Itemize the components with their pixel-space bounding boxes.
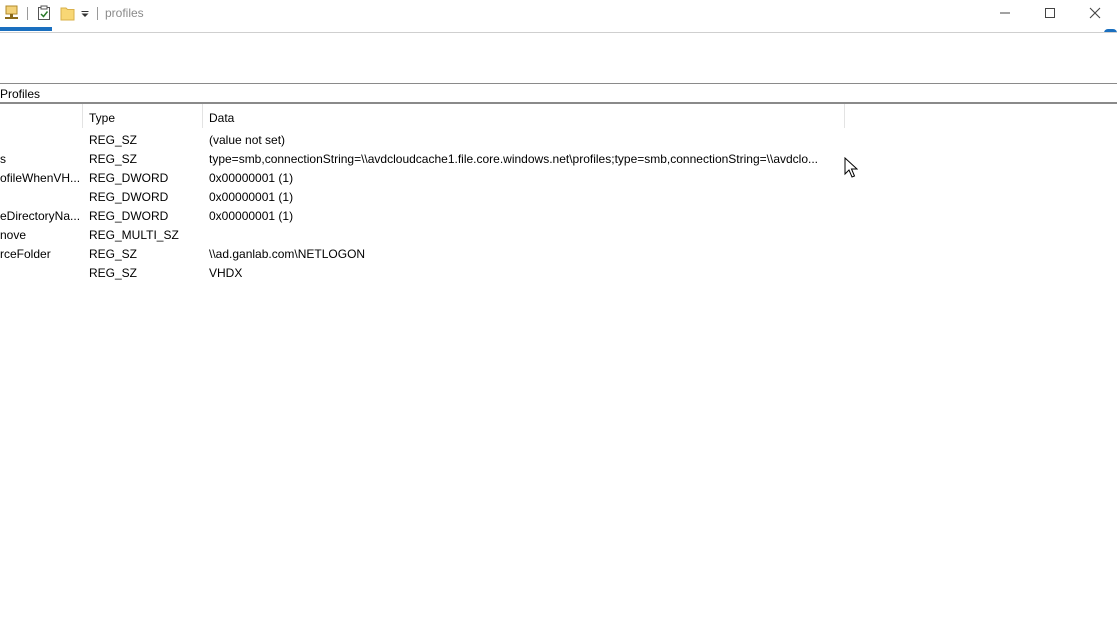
value-type: REG_SZ (89, 266, 138, 280)
maximize-button[interactable] (1027, 0, 1073, 26)
value-data: \\ad.ganlab.com\NETLOGON (209, 247, 366, 261)
value-name: ofileWhenVH... (0, 171, 81, 185)
registry-value-row[interactable]: REG_SZ VHDX (0, 263, 845, 282)
column-divider[interactable] (844, 104, 845, 128)
close-button[interactable] (1072, 0, 1117, 26)
value-data: 0x00000001 (1) (209, 209, 294, 223)
network-computer-icon[interactable] (4, 4, 20, 22)
toolbar-separator (97, 7, 98, 20)
window-title: profiles (105, 6, 144, 20)
value-name: s (0, 152, 6, 166)
registry-value-row[interactable]: REG_SZ (value not set) (0, 130, 845, 149)
value-type: REG_SZ (89, 133, 138, 147)
minimize-button[interactable] (982, 0, 1028, 26)
registry-value-row[interactable]: eDirectoryNa... REG_DWORD 0x00000001 (1) (0, 206, 845, 225)
value-data: 0x00000001 (1) (209, 190, 294, 204)
value-data: type=smb,connectionString=\\avdcloudcach… (209, 152, 819, 166)
value-data: 0x00000001 (1) (209, 171, 294, 185)
folder-icon[interactable] (60, 4, 76, 22)
address-bar-border-top (0, 83, 1117, 84)
mouse-pointer-icon (844, 157, 858, 178)
column-header-data-label: Data (209, 111, 235, 125)
registry-value-row[interactable]: s REG_SZ type=smb,connectionString=\\avd… (0, 149, 845, 168)
toolbar-separator (27, 7, 28, 20)
value-data: (value not set) (209, 133, 286, 147)
column-header-data[interactable]: Data (202, 104, 844, 128)
value-type: REG_DWORD (89, 209, 169, 223)
active-tab-indicator (0, 27, 52, 31)
column-header-type-label: Type (89, 111, 116, 125)
value-name: eDirectoryNa... (0, 209, 81, 223)
value-name: nove (0, 228, 27, 242)
close-icon (1089, 7, 1101, 19)
registry-value-row[interactable]: nove REG_MULTI_SZ (0, 225, 845, 244)
value-type: REG_MULTI_SZ (89, 228, 179, 242)
registry-value-row[interactable]: REG_DWORD 0x00000001 (1) (0, 187, 845, 206)
value-type: REG_DWORD (89, 190, 169, 204)
title-bar: profiles (0, 0, 1117, 27)
registry-value-row[interactable]: ofileWhenVH... REG_DWORD 0x00000001 (1) (0, 168, 845, 187)
value-type: REG_DWORD (89, 171, 169, 185)
value-data: VHDX (209, 266, 243, 280)
address-bar-path[interactable]: Profiles (0, 87, 40, 101)
dropdown-arrow-icon[interactable] (80, 4, 96, 22)
minimize-icon (1000, 12, 1010, 14)
registry-value-row[interactable]: rceFolder REG_SZ \\ad.ganlab.com\NETLOGO… (0, 244, 845, 263)
column-header-type[interactable]: Type (82, 104, 202, 128)
maximize-icon (1045, 8, 1055, 18)
value-name: rceFolder (0, 247, 51, 261)
ribbon-divider (0, 32, 1117, 33)
value-type: REG_SZ (89, 152, 138, 166)
properties-checkbox-icon[interactable] (36, 4, 52, 22)
value-type: REG_SZ (89, 247, 138, 261)
